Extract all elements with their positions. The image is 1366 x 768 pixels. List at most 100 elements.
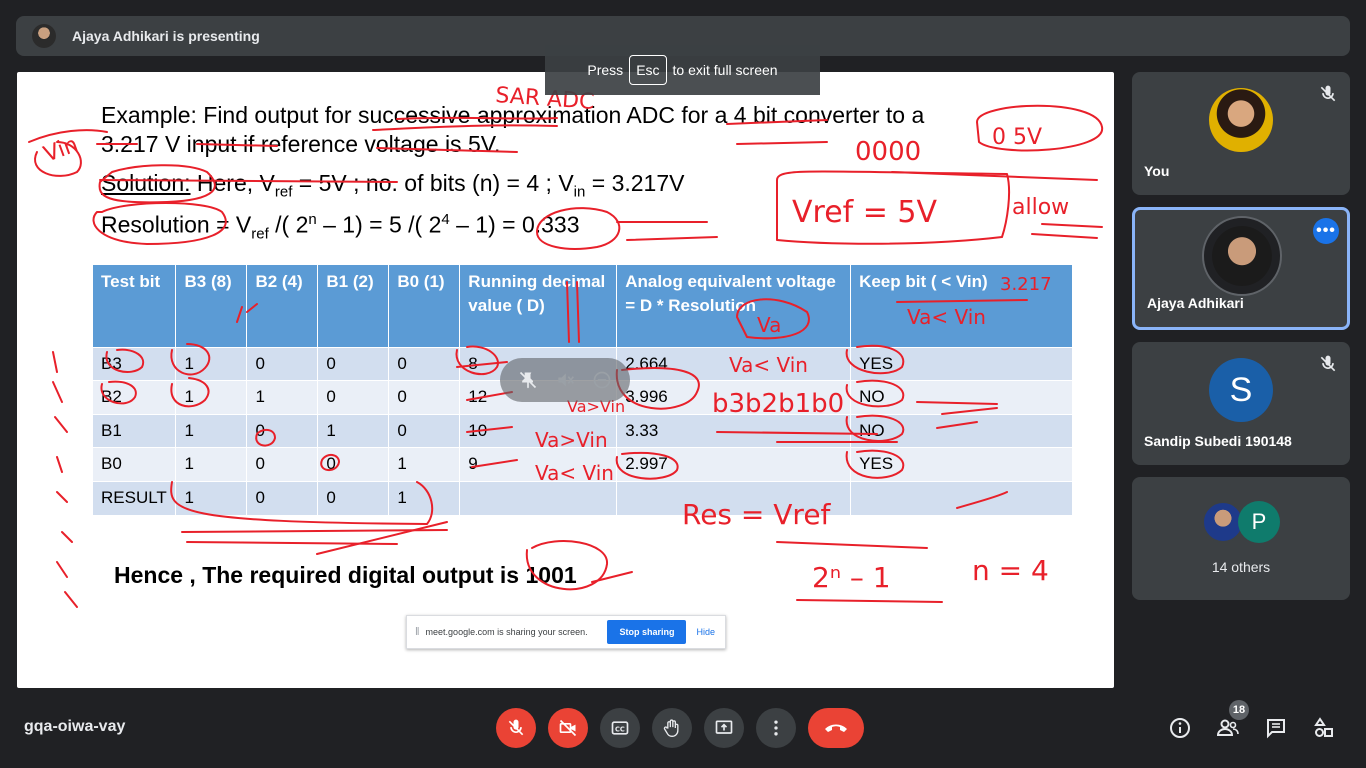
hang-up-icon — [825, 724, 847, 732]
res-b: /( 2 — [268, 211, 309, 238]
solution-eq1: = 5V ; no. of bits (n) = 4 ; V — [292, 170, 574, 196]
table-cell: 0 — [246, 413, 319, 448]
in-sub: in — [573, 183, 586, 201]
table-cell: 2.997 — [616, 447, 852, 481]
table-row: B1 1 0 1 0 10 3.33 NO — [93, 413, 1073, 448]
people-count-badge: 18 — [1229, 700, 1249, 720]
more-options-button[interactable] — [756, 708, 796, 748]
table-cell: 3.33 — [616, 413, 852, 448]
table-cell: 1 — [175, 346, 248, 381]
svg-text:CC: CC — [615, 725, 625, 733]
leave-call-button[interactable] — [808, 708, 864, 748]
hide-button[interactable]: Hide — [696, 627, 715, 637]
meeting-code: gqa-oiwa-vay — [24, 718, 126, 735]
remove-button[interactable] — [589, 367, 615, 393]
chat-button[interactable] — [1262, 714, 1290, 742]
mic-off-icon — [1320, 355, 1336, 372]
table-header: B3 (8) — [175, 265, 248, 347]
volume-off-icon — [558, 373, 574, 387]
pin-off-icon — [520, 371, 537, 389]
share-notice-bar: ‖ meet.google.com is sharing your screen… — [406, 615, 726, 649]
avatar-frame — [1202, 216, 1282, 296]
table-cell: B2 — [93, 380, 177, 414]
solution-here: Here, V — [190, 170, 275, 196]
toast-press: Press — [587, 62, 624, 78]
table-header-row: Test bit B3 (8) B2 (4) B1 (2) B0 (1) Run… — [93, 265, 1073, 347]
table-header: B1 (2) — [317, 265, 390, 347]
table-cell: YES — [850, 346, 1073, 381]
activities-button[interactable] — [1310, 714, 1338, 742]
table-cell — [850, 480, 1073, 515]
ink-vin: Vin — [41, 132, 82, 167]
stop-sharing-button[interactable]: Stop sharing — [607, 620, 687, 644]
res-ref-sub: ref — [251, 225, 269, 243]
presentation-pill-controls — [500, 358, 630, 402]
mute-button[interactable] — [552, 367, 578, 393]
table-cell: 0 — [317, 480, 390, 515]
table-header: Running decimal value ( D) — [459, 265, 618, 347]
table-cell: 0 — [317, 380, 390, 414]
avatar-initial: P — [1238, 501, 1280, 543]
table-cell: 3.996 — [616, 380, 852, 414]
table-cell: 1 — [388, 480, 461, 515]
table-cell: 10 — [459, 413, 618, 448]
table-cell: NO — [850, 413, 1073, 448]
participant-tile-sandip[interactable]: S Sandip Subedi 190148 — [1132, 342, 1350, 465]
esc-key: Esc — [629, 55, 667, 85]
ink-vref-5v: Vref = 5V — [792, 195, 938, 230]
ref-sub: ref — [274, 183, 293, 201]
fullscreen-toast: Press Esc to exit full screen — [545, 45, 820, 95]
presenter-text: Ajaya Adhikari is presenting — [72, 28, 260, 44]
captions-icon: CC — [611, 721, 629, 735]
table-header: Test bit — [93, 265, 177, 347]
slide-line-1: Example: Find output for successive appr… — [101, 102, 925, 128]
solution-eq2: = 3.217V — [585, 170, 685, 196]
table-header: Keep bit ( < Vin) — [850, 265, 1073, 347]
table-cell: 1 — [246, 380, 319, 414]
drag-handle-icon[interactable]: ‖ — [415, 626, 420, 638]
participant-tile-ajaya[interactable]: ••• Ajaya Adhikari — [1132, 207, 1350, 330]
ink-zeros: 0000 — [855, 137, 921, 167]
table-cell: 1 — [175, 480, 248, 515]
res-d: – 1) = 0.333 — [449, 211, 580, 238]
table-cell: NO — [850, 380, 1073, 414]
more-options-button[interactable]: ••• — [1313, 218, 1339, 244]
present-screen-button[interactable] — [704, 708, 744, 748]
presenter-avatar — [32, 24, 56, 48]
remove-circle-icon — [593, 371, 610, 389]
table-cell: 1 — [175, 413, 248, 448]
table-cell — [616, 480, 852, 515]
res-a: Resolution = V — [101, 211, 252, 238]
table-cell — [459, 480, 618, 515]
participant-tile-you[interactable]: You — [1132, 72, 1350, 195]
ink-allow: allow — [1012, 195, 1069, 220]
table-cell: B1 — [93, 413, 177, 448]
table-cell: 0 — [388, 380, 461, 414]
camera-toggle-button[interactable] — [548, 708, 588, 748]
table-cell: 0 — [317, 346, 390, 381]
table-header: B2 (4) — [246, 265, 319, 347]
participant-tile-others[interactable]: P 14 others — [1132, 477, 1350, 600]
table-row: RESULT 1 0 0 1 — [93, 480, 1073, 515]
mic-toggle-button[interactable] — [496, 708, 536, 748]
participant-name: Ajaya Adhikari — [1147, 295, 1244, 311]
meeting-details-button[interactable] — [1166, 714, 1194, 742]
raise-hand-button[interactable] — [652, 708, 692, 748]
participant-name: You — [1144, 163, 1170, 179]
table-row: B0 1 0 0 1 9 2.997 YES — [93, 447, 1073, 481]
info-icon — [1170, 718, 1190, 738]
captions-button[interactable]: CC — [600, 708, 640, 748]
ink-n-4: n = 4 — [972, 554, 1049, 587]
avatar — [1209, 88, 1273, 152]
activities-icon — [1314, 717, 1333, 737]
table-header: Analog equivalent voltage = D * Resoluti… — [616, 265, 852, 347]
mic-off-icon — [1320, 85, 1336, 102]
table-cell: RESULT — [93, 480, 177, 515]
table-cell: B0 — [93, 447, 177, 481]
chat-icon — [1267, 719, 1285, 739]
camera-off-icon — [559, 719, 577, 737]
slide-line-2: 3.217 V input if reference voltage is 5V… — [101, 131, 501, 157]
pin-off-button[interactable] — [515, 367, 541, 393]
toast-rest: to exit full screen — [672, 62, 778, 78]
present-icon — [715, 720, 733, 734]
